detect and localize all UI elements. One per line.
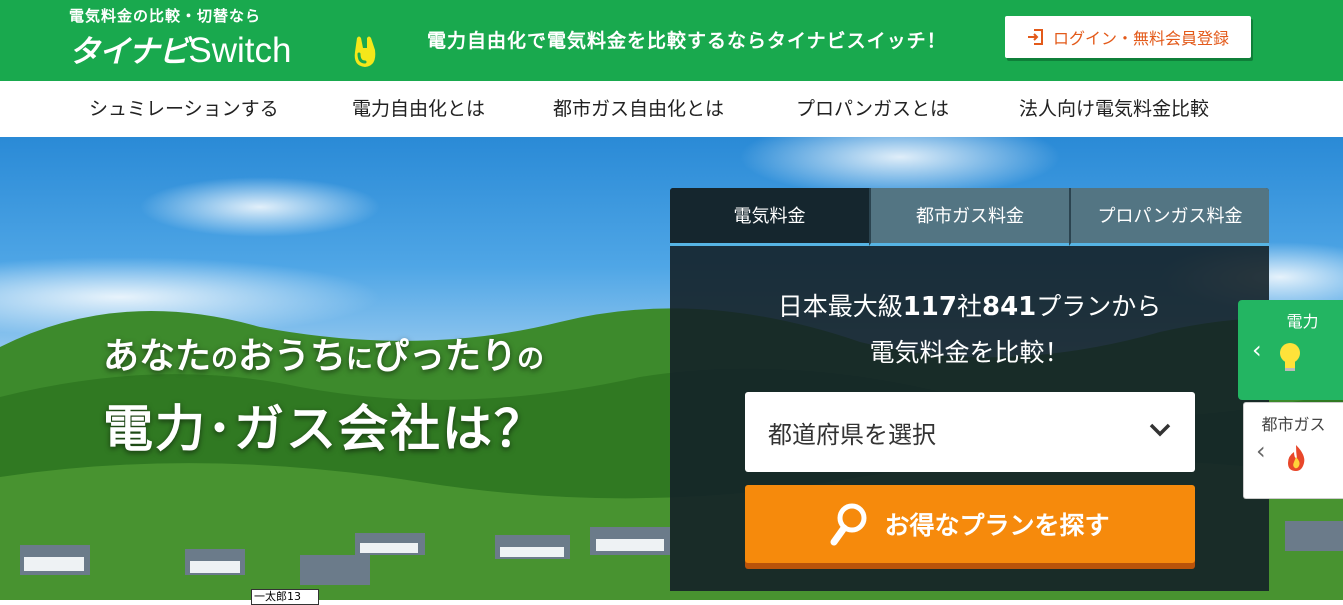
prefecture-select[interactable]: 都道府県を選択: [745, 392, 1195, 472]
nav-item-propane-gas[interactable]: プロパンガスとは: [796, 81, 949, 137]
login-icon: [1027, 29, 1043, 45]
tab-electricity[interactable]: 電気料金: [670, 188, 869, 246]
plug-icon: [354, 36, 376, 67]
panel-lead-line1: 日本最大級117社841プランから: [777, 292, 1162, 322]
panel-lead-line2: 電気料金を比較！: [869, 338, 1070, 367]
search-panel: 電気料金 都市ガス料金 プロパンガス料金 日本最大級117社841プランから 電…: [670, 188, 1269, 591]
search-icon: [830, 503, 867, 546]
hero-headline-line2: 電力･ガス会社は？: [103, 400, 546, 458]
nav-item-gas-liberalization[interactable]: 都市ガス自由化とは: [553, 81, 724, 137]
nav-item-corporate[interactable]: 法人向け電気料金比較: [1019, 81, 1209, 137]
company-count: 117: [902, 292, 957, 322]
side-tab-city-gas-label: 都市ガス: [1261, 415, 1326, 434]
lightbulb-icon: [1280, 343, 1300, 371]
logo-name-jp: タイナビ: [69, 34, 189, 70]
login-register-button[interactable]: ログイン・無料会員登録: [1005, 16, 1251, 58]
chevron-down-icon: [1149, 423, 1171, 437]
site-logo[interactable]: 電気料金の比較・切替なら タイナビSwitch: [69, 7, 376, 70]
search-tabs: 電気料金 都市ガス料金 プロパンガス料金: [670, 188, 1269, 246]
flame-icon: [1288, 445, 1305, 471]
nav-item-simulation[interactable]: シュミレーションする: [89, 81, 279, 137]
global-nav: シュミレーションする 電力自由化とは 都市ガス自由化とは プロパンガスとは 法人…: [0, 81, 1343, 137]
side-tab-city-gas[interactable]: 都市ガス ‹: [1243, 402, 1343, 499]
site-header: 電気料金の比較・切替なら タイナビSwitch 電力自由化で電気料金を比較するな…: [0, 0, 1343, 81]
plan-count: 841: [982, 292, 1037, 322]
side-tab-electricity[interactable]: 電力 ‹: [1238, 300, 1343, 400]
search-plan-button[interactable]: お得なプランを探す: [745, 485, 1195, 563]
search-plan-label: お得なプランを探す: [884, 511, 1110, 540]
tab-propane-gas[interactable]: プロパンガス料金: [1069, 188, 1269, 246]
image-caption-label: 一太郎13: [251, 589, 319, 605]
panel-lead-text: 日本最大級117社841プランから 電気料金を比較！: [670, 284, 1269, 376]
logo-name: タイナビSwitch: [69, 26, 291, 71]
tab-city-gas[interactable]: 都市ガス料金: [869, 188, 1069, 246]
nav-item-power-liberalization[interactable]: 電力自由化とは: [352, 81, 485, 137]
logo-name-en: Switch: [188, 31, 292, 70]
logo-tagline: 電気料金の比較・切替なら: [69, 7, 262, 25]
chevron-left-icon: ‹: [1252, 336, 1262, 364]
prefecture-select-value: 都道府県を選択: [768, 420, 936, 449]
hero-headline-line1: あなたのおうちにぴったりの: [103, 336, 545, 377]
chevron-left-icon: ‹: [1256, 437, 1266, 465]
header-catchphrase: 電力自由化で電気料金を比較するならタイナビスイッチ！: [427, 30, 947, 52]
login-register-label: ログイン・無料会員登録: [1052, 29, 1229, 48]
side-tab-electricity-label: 電力: [1286, 312, 1319, 331]
